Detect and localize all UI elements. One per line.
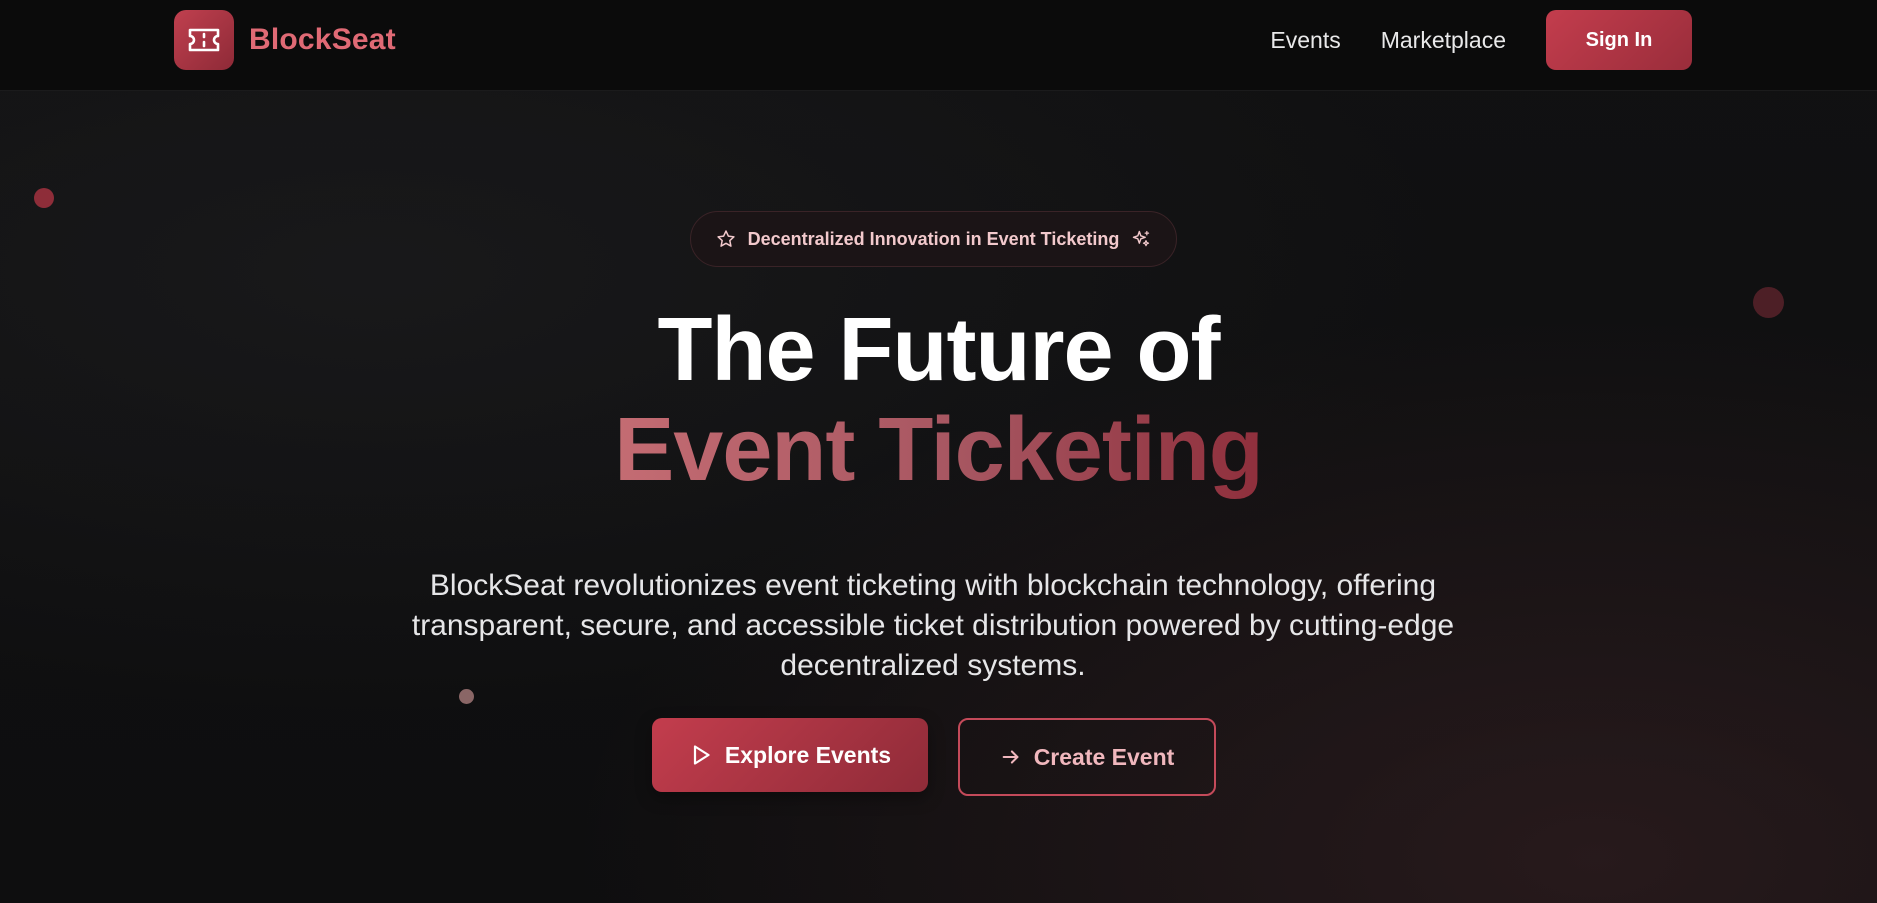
star-icon	[716, 229, 736, 249]
hero-title-line1: The Future of	[657, 300, 1221, 400]
hero-title-highlight: Event Ticketing	[614, 400, 1264, 500]
hero-description: BlockSeat revolutionizes event ticketing…	[411, 569, 1455, 682]
hero-badge: Decentralized Innovation in Event Ticket…	[690, 211, 1177, 267]
explore-events-button[interactable]: Explore Events	[652, 718, 928, 792]
sparkles-icon	[1131, 229, 1151, 249]
brand-name: BlockSeat	[249, 23, 396, 56]
top-navbar: BlockSeat Events Marketplace Sign In	[0, 0, 1877, 91]
sign-in-button[interactable]: Sign In	[1546, 10, 1692, 70]
ticket-icon	[174, 10, 234, 70]
decorative-dot	[459, 689, 474, 704]
hero-badge-text: Decentralized Innovation in Event Ticket…	[747, 228, 1120, 249]
play-icon	[689, 743, 713, 767]
create-event-label: Create Event	[1033, 743, 1175, 770]
main-nav: Events Marketplace Sign In	[1270, 10, 1692, 70]
nav-link-marketplace[interactable]: Marketplace	[1381, 27, 1506, 54]
explore-events-label: Explore Events	[724, 741, 892, 768]
decorative-dot	[34, 188, 54, 208]
create-event-button[interactable]: Create Event	[958, 718, 1216, 796]
hero-title-line2: Event Ticketing	[0, 400, 1877, 500]
brand-logo[interactable]: BlockSeat	[174, 10, 396, 70]
nav-link-events[interactable]: Events	[1270, 27, 1340, 54]
arrow-right-icon	[1000, 746, 1022, 768]
